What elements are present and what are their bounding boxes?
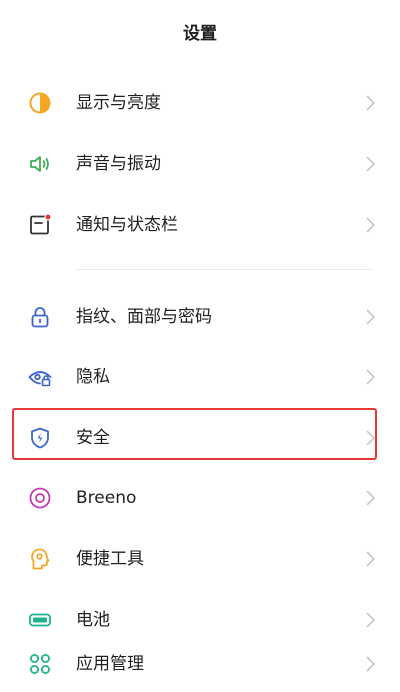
settings-item-privacy[interactable]: 隐私	[0, 349, 400, 405]
chevron-right-icon	[364, 308, 376, 326]
chevron-right-icon	[364, 655, 376, 673]
display-brightness-icon	[28, 91, 52, 115]
settings-item-label: 隐私	[76, 367, 110, 387]
settings-item-label: 便捷工具	[76, 549, 144, 569]
speaker-icon	[28, 152, 52, 176]
settings-item-label: 显示与亮度	[76, 93, 161, 113]
settings-item-label: Breeno	[76, 488, 137, 508]
chevron-right-icon	[364, 489, 376, 507]
convenience-tools-icon	[28, 547, 52, 571]
chevron-right-icon	[364, 429, 376, 447]
settings-item-breeno[interactable]: Breeno	[0, 470, 400, 526]
settings-item-label: 电池	[76, 610, 110, 630]
chevron-right-icon	[364, 155, 376, 173]
chevron-right-icon	[364, 216, 376, 234]
shield-icon	[28, 426, 52, 450]
settings-item-fingerprint-face-password[interactable]: 指纹、面部与密码	[0, 289, 400, 345]
page-title: 设置	[183, 24, 217, 44]
app-management-icon	[28, 652, 52, 676]
chevron-right-icon	[364, 94, 376, 112]
settings-item-label: 安全	[76, 428, 110, 448]
settings-item-convenience-tools[interactable]: 便捷工具	[0, 531, 400, 587]
notification-icon	[28, 213, 52, 237]
settings-item-label: 通知与状态栏	[76, 215, 178, 235]
settings-item-label: 应用管理	[76, 654, 144, 674]
chevron-right-icon	[364, 611, 376, 629]
privacy-eye-icon	[28, 365, 52, 389]
settings-item-notification-statusbar[interactable]: 通知与状态栏	[0, 197, 400, 253]
settings-item-app-management[interactable]: 应用管理	[0, 636, 400, 692]
settings-item-label: 声音与振动	[76, 154, 161, 174]
settings-item-display-brightness[interactable]: 显示与亮度	[0, 75, 400, 131]
lock-icon	[28, 305, 52, 329]
chevron-right-icon	[364, 368, 376, 386]
breeno-icon	[28, 486, 52, 510]
battery-icon	[28, 608, 52, 632]
chevron-right-icon	[364, 550, 376, 568]
section-divider	[76, 269, 374, 270]
settings-item-sound-vibration[interactable]: 声音与振动	[0, 136, 400, 192]
settings-item-label: 指纹、面部与密码	[76, 307, 212, 327]
settings-item-security[interactable]: 安全	[0, 410, 400, 466]
